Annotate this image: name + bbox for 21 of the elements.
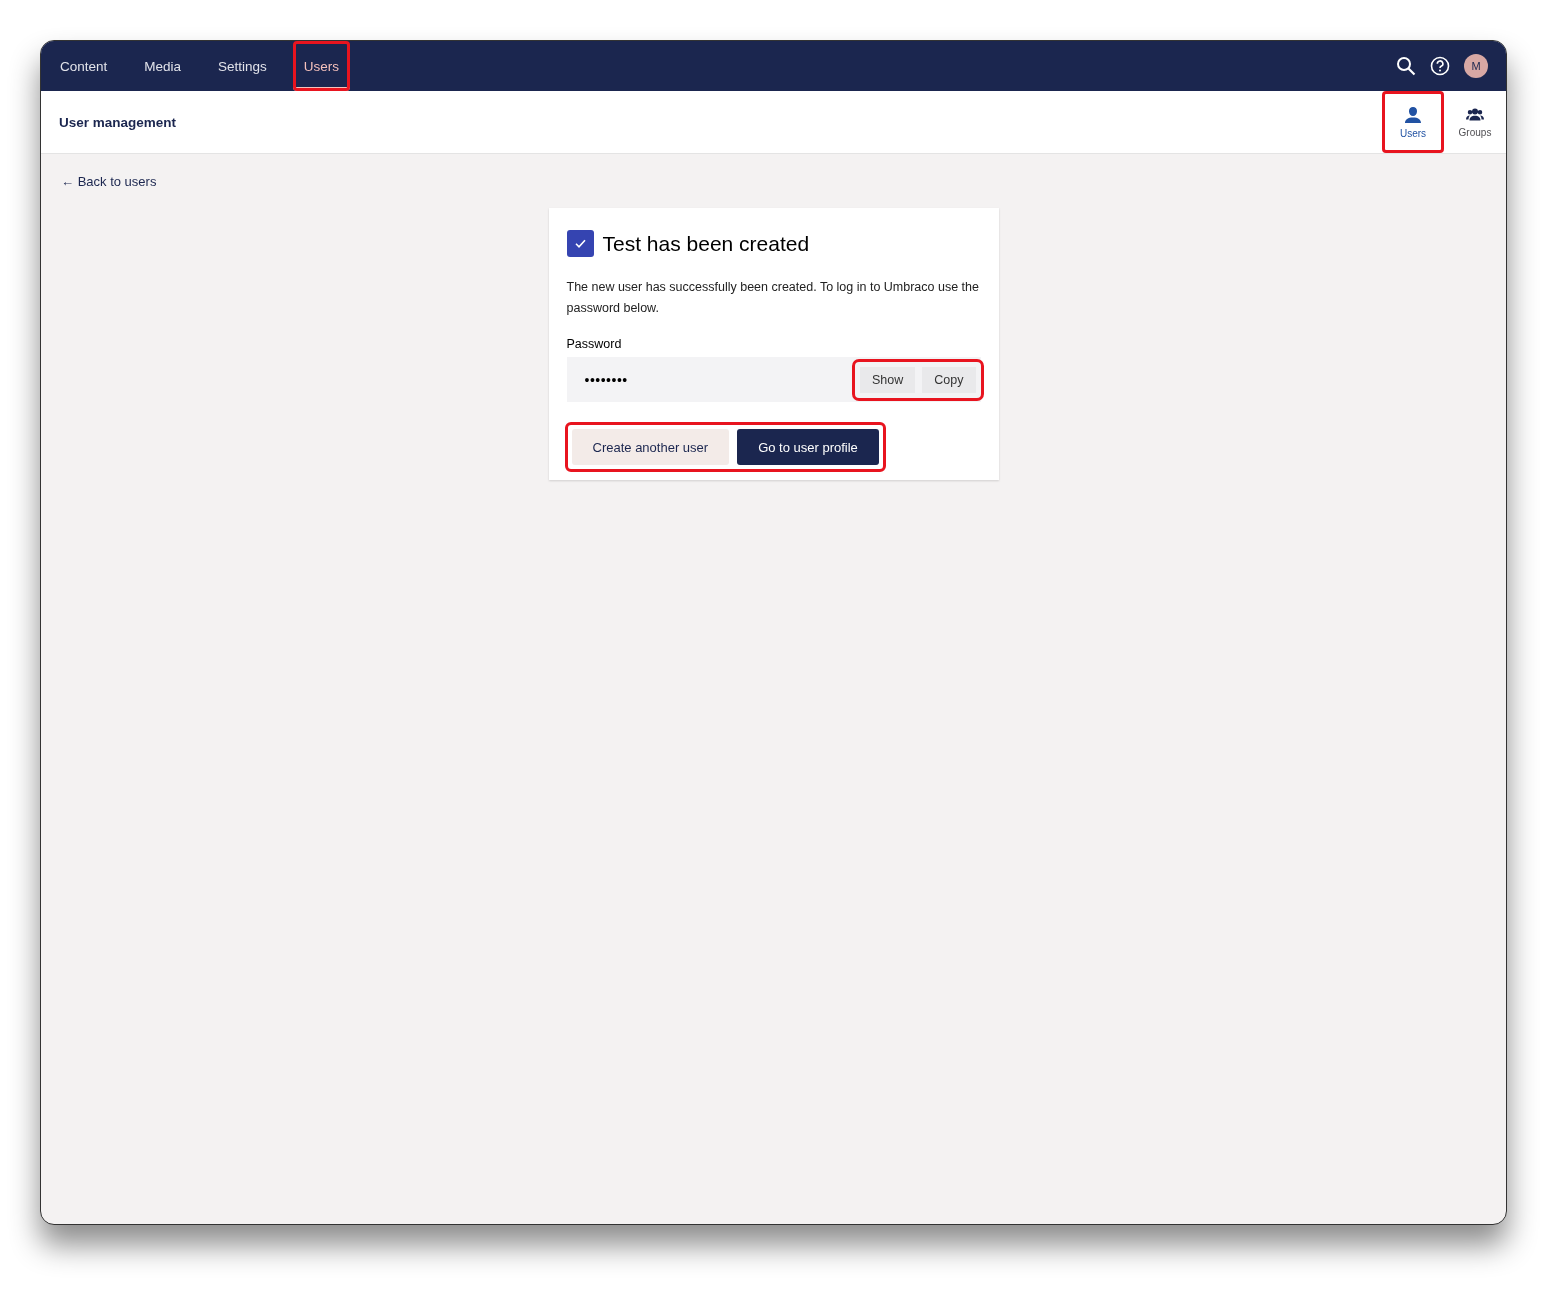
group-icon <box>1466 106 1484 123</box>
nav-tab[interactable]: Settings <box>207 41 278 91</box>
view-tab[interactable]: Groups <box>1444 91 1506 153</box>
password-action-button[interactable]: Copy <box>922 366 976 393</box>
password-label: Password <box>566 337 623 351</box>
back-link[interactable]: ← Back to users <box>61 174 157 189</box>
user-icon <box>1404 105 1422 124</box>
create-button[interactable]: Create another user <box>571 429 730 465</box>
checkmark-icon <box>573 237 587 250</box>
card-title: Test has been created <box>602 231 810 256</box>
profile-button[interactable]: Go to user profile <box>737 429 879 465</box>
help-icon[interactable] <box>1430 56 1450 76</box>
nav-tab[interactable]: Media <box>133 41 193 91</box>
view-tab[interactable]: Users <box>1382 91 1444 153</box>
password-field[interactable]: •••••••• Show Copy <box>566 357 981 402</box>
page-title: User management <box>59 114 177 130</box>
password-action-button[interactable]: Show <box>860 366 916 393</box>
search-icon[interactable] <box>1396 56 1416 76</box>
user-avatar[interactable]: M <box>1464 54 1488 78</box>
nav-tab[interactable]: Content <box>49 41 119 91</box>
success-message: The new user has successfully been created. To log in to Umbraco use the password below. <box>566 279 980 317</box>
